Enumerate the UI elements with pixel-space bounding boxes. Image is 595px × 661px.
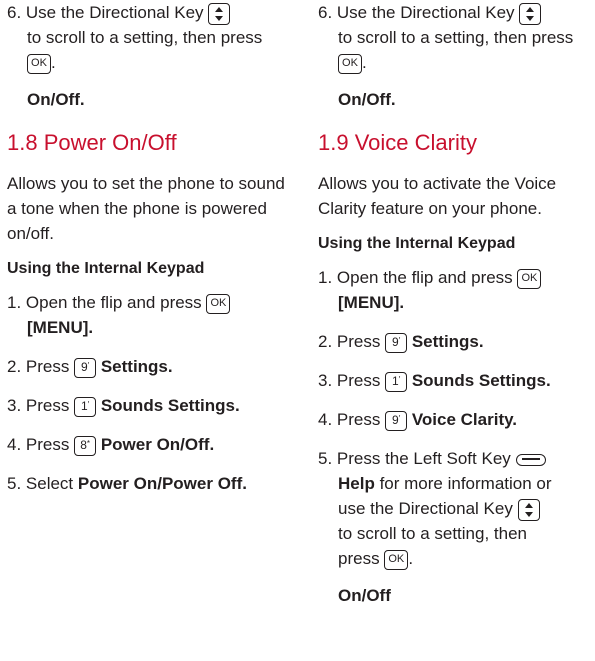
- right-step-4-text: 4. Press: [318, 410, 381, 429]
- section-heading-voice-clarity: 1.9 Voice Clarity: [318, 130, 477, 155]
- right-step-2-text: 2. Press: [318, 332, 381, 351]
- sounds-settings-label: Sounds Settings.: [100, 396, 240, 415]
- key-9-icon: 9′: [74, 357, 97, 378]
- right-step-5: 5. Press the Left Soft Key Help for more…: [318, 446, 593, 571]
- right-step-5-text: 5. Press the Left Soft Key: [318, 449, 511, 468]
- section-heading-power: 1.8 Power On/Off: [7, 130, 177, 155]
- power-on-power-off-label: Power On/Power Off.: [77, 474, 247, 493]
- left-step-2-text: 2. Press: [7, 357, 70, 376]
- left-subhead: Using the Internal Keypad: [7, 260, 205, 277]
- settings-label: Settings.: [100, 357, 173, 376]
- voice-clarity-label: Voice Clarity.: [411, 410, 518, 429]
- key-8-icon: 8*: [74, 435, 97, 456]
- key-1-label: 1: [392, 373, 399, 388]
- left-step-4-text: 4. Press: [7, 435, 70, 454]
- key-1-icon: 1′: [385, 371, 408, 392]
- period: .: [408, 549, 414, 568]
- key-1-icon: 1′: [74, 396, 97, 417]
- key-8-label: 8: [80, 437, 87, 452]
- key-9-icon: 9′: [385, 410, 408, 431]
- right-intro: Allows you to activate the Voice Clarity…: [318, 174, 557, 218]
- ok-key-icon: OK: [338, 53, 362, 74]
- left-step-6-line2: to scroll to a setting, then press: [27, 28, 263, 47]
- right-step-5-line2: for more information or: [379, 474, 552, 493]
- ok-key-icon: OK: [384, 549, 409, 570]
- ok-key-icon: OK: [206, 293, 231, 314]
- left-top-value: On/Off.: [27, 90, 85, 109]
- left-step-3: 3. Press 1′ Sounds Settings.: [7, 393, 292, 418]
- left-step-5: 5. Select Power On/Power Off.: [7, 471, 292, 496]
- menu-label: [MENU].: [27, 318, 94, 337]
- key-9-icon: 9′: [385, 332, 408, 353]
- key-9-label: 9: [81, 359, 88, 374]
- left-intro: Allows you to set the phone to sound a t…: [7, 174, 285, 243]
- right-step-5-line4: to scroll to a setting, then: [338, 524, 527, 543]
- period: .: [362, 53, 367, 72]
- menu-label: [MENU].: [338, 293, 405, 312]
- key-9-label: 9: [392, 334, 399, 349]
- left-step-6-text: 6. Use the Directional Key: [7, 3, 204, 22]
- right-bottom-value: On/Off: [338, 586, 391, 605]
- left-step-3-text: 3. Press: [7, 396, 70, 415]
- right-step-3: 3. Press 1′ Sounds Settings.: [318, 368, 593, 393]
- left-step-5-text: 5. Select: [7, 474, 74, 493]
- right-step-6-text: 6. Use the Directional Key: [318, 3, 515, 22]
- left-soft-key-icon: [515, 453, 546, 466]
- key-9-label: 9: [392, 412, 399, 427]
- ok-key-icon: OK: [517, 268, 542, 289]
- right-step-6: 6. Use the Directional Key to scroll to …: [318, 0, 593, 75]
- help-label: Help: [338, 474, 375, 493]
- right-step-3-text: 3. Press: [318, 371, 381, 390]
- left-step-1: 1. Open the flip and press OK [MENU].: [7, 290, 292, 340]
- right-step-5-line5: press: [338, 549, 380, 568]
- left-step-1-text: 1. Open the flip and press: [7, 293, 202, 312]
- right-step-5-line3: use the Directional Key: [338, 499, 513, 518]
- right-step-2: 2. Press 9′ Settings.: [318, 329, 593, 354]
- left-step-2: 2. Press 9′ Settings.: [7, 354, 292, 379]
- directional-key-icon: [208, 2, 231, 25]
- period: .: [51, 53, 56, 72]
- left-step-4: 4. Press 8* Power On/Off.: [7, 432, 292, 457]
- right-subhead: Using the Internal Keypad: [318, 235, 516, 252]
- power-on-off-label: Power On/Off.: [100, 435, 215, 454]
- right-column: 6. Use the Directional Key to scroll to …: [318, 0, 593, 625]
- left-step-6: 6. Use the Directional Key to scroll to …: [7, 0, 292, 75]
- ok-key-icon: OK: [27, 53, 51, 74]
- right-step-6-line2: to scroll to a setting, then press: [338, 28, 574, 47]
- left-column: 6. Use the Directional Key to scroll to …: [7, 0, 292, 510]
- sounds-settings-label: Sounds Settings.: [411, 371, 551, 390]
- right-step-1: 1. Open the flip and press OK [MENU].: [318, 265, 593, 315]
- key-1-label: 1: [81, 398, 88, 413]
- right-step-1-text: 1. Open the flip and press: [318, 268, 513, 287]
- right-top-value: On/Off.: [338, 90, 396, 109]
- directional-key-icon: [517, 498, 540, 521]
- settings-label: Settings.: [411, 332, 484, 351]
- right-step-4: 4. Press 9′ Voice Clarity.: [318, 407, 593, 432]
- directional-key-icon: [519, 2, 542, 25]
